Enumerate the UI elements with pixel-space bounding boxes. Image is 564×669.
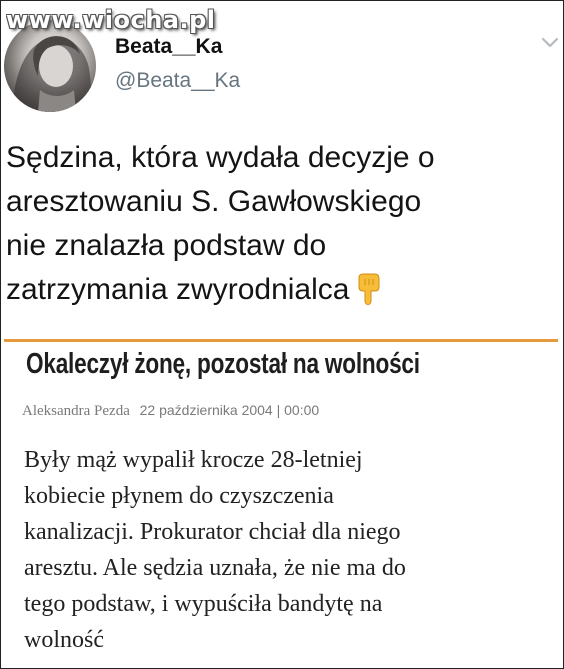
article-body-line: kobiecie płynem do czyszczenia <box>24 483 334 509</box>
display-name[interactable]: Beata__Ka <box>115 35 222 59</box>
article-card[interactable]: Okaleczył żonę, pozostał na wolności Ale… <box>4 339 558 666</box>
article-body-line: kanalizacji. Prokurator chciał dla niego <box>24 519 401 545</box>
tweet-text-last: zatrzymania zwyrodnialca <box>6 273 350 306</box>
article-date: 22 października 2004 | 00:00 <box>139 402 320 418</box>
tweet-text: Sędzina, która wydała decyzje o aresztow… <box>6 136 556 312</box>
article-body-line: Były mąż wypalił krocze 28-letniej <box>24 447 363 473</box>
article-body: Były mąż wypalił krocze 28-letniej kobie… <box>24 442 544 658</box>
article-author: Aleksandra Pezda <box>22 403 130 419</box>
pointing-down-hand-icon <box>358 273 380 305</box>
article-body-line: tego podstaw, i wypuściła bandytę na <box>24 591 383 617</box>
tweet-text-line: zatrzymania zwyrodnialca <box>6 268 556 312</box>
article-meta: Aleksandra Pezda 22 października 2004 | … <box>22 402 319 420</box>
article-body-line: wolność <box>24 627 104 653</box>
tweet-text-line: Sędzina, która wydała decyzje o <box>6 141 435 174</box>
tweet-text-line: aresztowaniu S. Gawłowskiego <box>6 185 422 218</box>
tweet-text-line: nie znalazła podstaw do <box>6 229 327 262</box>
watermark: www.wiocha.pl <box>6 6 216 34</box>
article-headline[interactable]: Okaleczył żonę, pozostał na wolności <box>26 348 420 381</box>
article-body-line: aresztu. Ale sędzia uznała, że nie ma do <box>24 555 406 581</box>
user-handle[interactable]: @Beata__Ka <box>115 69 240 93</box>
chevron-down-icon[interactable] <box>540 36 560 50</box>
